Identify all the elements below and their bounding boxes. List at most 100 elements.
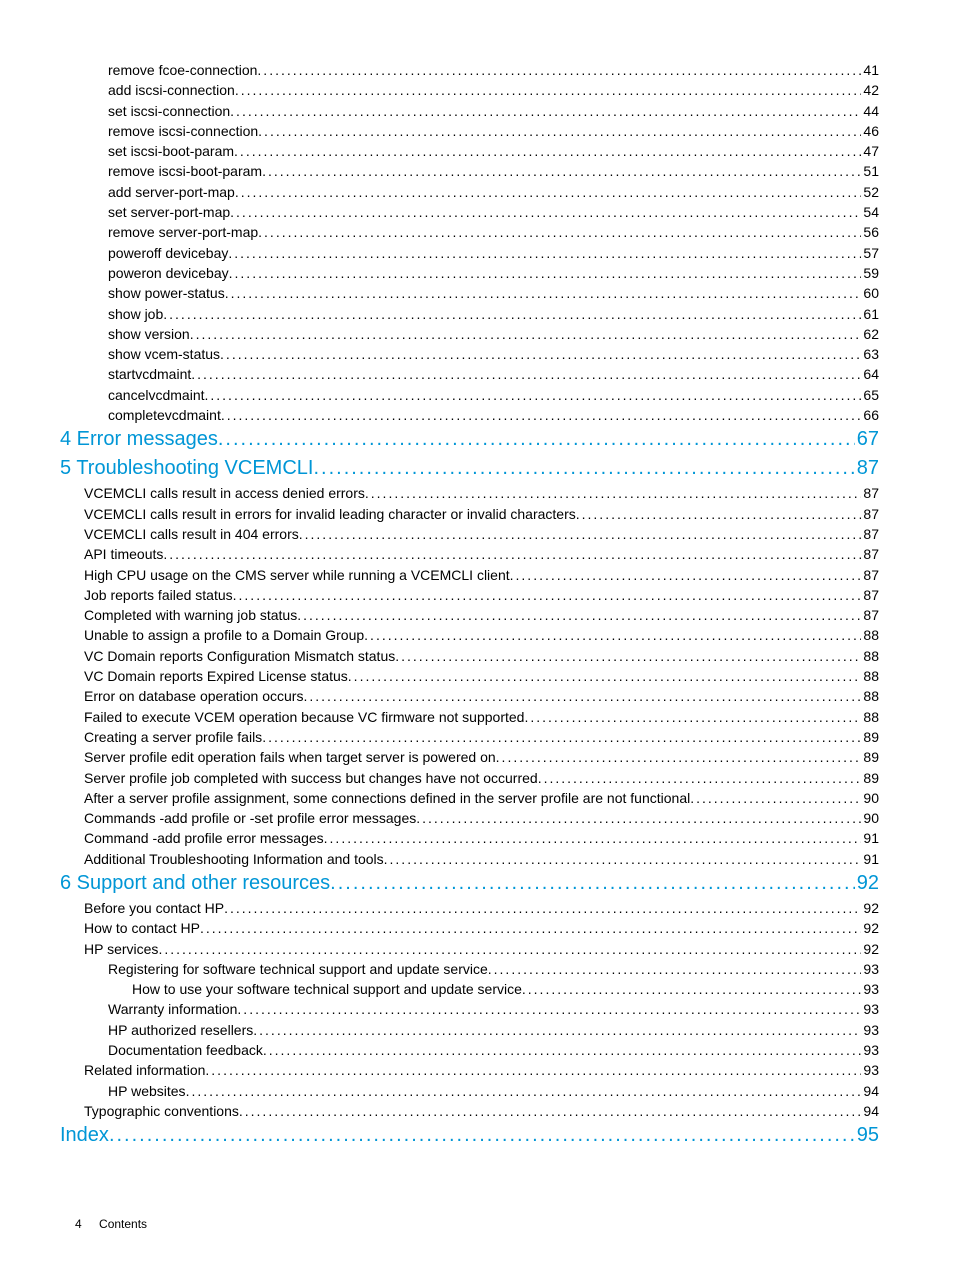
toc-entry-leader — [190, 324, 862, 344]
toc-entry-leader — [200, 918, 861, 938]
toc-entry[interactable]: add iscsi-connection42 — [60, 80, 879, 100]
toc-entry[interactable]: VCEMCLI calls result in 404 errors87 — [60, 524, 879, 544]
toc-entry-leader — [416, 808, 861, 828]
toc-entry-leader — [225, 283, 862, 303]
toc-entry-leader — [258, 222, 861, 242]
toc-entry-leader — [230, 202, 861, 222]
toc-entry-page: 94 — [861, 1081, 879, 1101]
toc-entry-leader — [235, 182, 862, 202]
toc-entry[interactable]: How to use your software technical suppo… — [60, 979, 879, 999]
toc-entry-leader — [163, 544, 861, 564]
toc-entry-page: 88 — [861, 707, 879, 727]
toc-entry-page: 62 — [861, 324, 879, 344]
toc-entry-label: Server profile edit operation fails when… — [84, 747, 496, 767]
toc-entry[interactable]: show version62 — [60, 324, 879, 344]
toc-entry[interactable]: poweron devicebay59 — [60, 263, 879, 283]
toc-entry[interactable]: Documentation feedback93 — [60, 1040, 879, 1060]
toc-entry[interactable]: remove server-port-map56 — [60, 222, 879, 242]
toc-entry-page: 87 — [861, 524, 879, 544]
toc-entry[interactable]: After a server profile assignment, some … — [60, 788, 879, 808]
toc-entry-page: 92 — [855, 869, 879, 898]
toc-entry-page: 93 — [861, 1060, 879, 1080]
toc-entry[interactable]: HP websites94 — [60, 1081, 879, 1101]
toc-entry-label: remove iscsi-connection — [108, 121, 258, 141]
toc-entry[interactable]: remove fcoe-connection41 — [60, 60, 879, 80]
toc-entry[interactable]: poweroff devicebay57 — [60, 243, 879, 263]
toc-entry[interactable]: remove iscsi-connection46 — [60, 121, 879, 141]
toc-entry-page: 67 — [855, 425, 879, 454]
toc-entry[interactable]: startvcdmaint64 — [60, 364, 879, 384]
toc-entry-leader — [384, 849, 862, 869]
toc-entry[interactable]: Command -add profile error messages91 — [60, 828, 879, 848]
toc-entry[interactable]: API timeouts87 — [60, 544, 879, 564]
toc-entry-leader — [224, 898, 861, 918]
toc-entry[interactable]: Warranty information93 — [60, 999, 879, 1019]
toc-entry-page: 90 — [861, 788, 879, 808]
toc-entry-page: 93 — [861, 1020, 879, 1040]
toc-entry[interactable]: Registering for software technical suppo… — [60, 959, 879, 979]
toc-entry[interactable]: 6 Support and other resources92 — [60, 869, 879, 898]
toc-entry[interactable]: set iscsi-connection44 — [60, 101, 879, 121]
toc-entry[interactable]: Before you contact HP92 — [60, 898, 879, 918]
toc-entry[interactable]: Failed to execute VCEM operation because… — [60, 707, 879, 727]
toc-entry-label: Commands -add profile or -set profile er… — [84, 808, 416, 828]
toc-entry-page: 87 — [861, 483, 879, 503]
toc-entry-leader — [576, 504, 862, 524]
toc-entry-page: 64 — [861, 364, 879, 384]
toc-entry-page: 52 — [861, 182, 879, 202]
toc-entry[interactable]: show vcem-status63 — [60, 344, 879, 364]
toc-entry[interactable]: VC Domain reports Configuration Mismatch… — [60, 646, 879, 666]
toc-entry-label: 4 Error messages — [60, 425, 218, 454]
toc-entry-leader — [233, 585, 862, 605]
toc-entry-page: 88 — [861, 625, 879, 645]
toc-entry-label: Command -add profile error messages — [84, 828, 324, 848]
toc-entry[interactable]: show job61 — [60, 304, 879, 324]
toc-entry-label: VCEMCLI calls result in access denied er… — [84, 483, 365, 503]
toc-entry[interactable]: show power-status60 — [60, 283, 879, 303]
toc-entry[interactable]: How to contact HP92 — [60, 918, 879, 938]
toc-entry[interactable]: VC Domain reports Expired License status… — [60, 666, 879, 686]
toc-entry[interactable]: Server profile edit operation fails when… — [60, 747, 879, 767]
toc-entry[interactable]: add server-port-map 52 — [60, 182, 879, 202]
toc-entry[interactable]: Commands -add profile or -set profile er… — [60, 808, 879, 828]
toc-entry[interactable]: completevcdmaint66 — [60, 405, 879, 425]
toc-entry[interactable]: HP authorized resellers93 — [60, 1020, 879, 1040]
toc-entry-leader — [510, 565, 862, 585]
toc-entry-page: 93 — [861, 1040, 879, 1060]
toc-entry-leader — [253, 1020, 861, 1040]
toc-entry[interactable]: Completed with warning job status87 — [60, 605, 879, 625]
toc-entry[interactable]: 4 Error messages 67 — [60, 425, 879, 454]
toc-entry-leader — [229, 263, 862, 283]
toc-entry[interactable]: remove iscsi-boot-param51 — [60, 161, 879, 181]
toc-entry-page: 60 — [861, 283, 879, 303]
toc-entry-leader — [330, 869, 855, 898]
toc-entry-leader — [522, 979, 862, 999]
toc-entry-leader — [313, 454, 854, 483]
toc-entry-label: VC Domain reports Expired License status — [84, 666, 348, 686]
toc-entry[interactable]: Typographic conventions94 — [60, 1101, 879, 1121]
toc-entry[interactable]: Index95 — [60, 1121, 879, 1150]
toc-entry-label: add iscsi-connection — [108, 80, 235, 100]
toc-entry[interactable]: Creating a server profile fails89 — [60, 727, 879, 747]
toc-entry-label: poweron devicebay — [108, 263, 229, 283]
toc-entry[interactable]: 5 Troubleshooting VCEMCLI87 — [60, 454, 879, 483]
toc-entry[interactable]: Additional Troubleshooting Information a… — [60, 849, 879, 869]
toc-entry-page: 92 — [861, 898, 879, 918]
toc-entry[interactable]: set iscsi-boot-param47 — [60, 141, 879, 161]
toc-entry[interactable]: Job reports failed status87 — [60, 585, 879, 605]
toc-entry[interactable]: HP services92 — [60, 939, 879, 959]
toc-entry[interactable]: Unable to assign a profile to a Domain G… — [60, 625, 879, 645]
toc-entry[interactable]: Server profile job completed with succes… — [60, 768, 879, 788]
toc-entry[interactable]: High CPU usage on the CMS server while r… — [60, 565, 879, 585]
toc-entry[interactable]: cancelvcdmaint65 — [60, 385, 879, 405]
toc-entry[interactable]: set server-port-map54 — [60, 202, 879, 222]
toc-entry-leader — [205, 385, 862, 405]
toc-entry-label: HP services — [84, 939, 158, 959]
toc-entry-label: add server-port-map — [108, 182, 235, 202]
toc-entry[interactable]: Error on database operation occurs88 — [60, 686, 879, 706]
toc-entry-leader — [221, 405, 862, 425]
toc-entry[interactable]: VCEMCLI calls result in access denied er… — [60, 483, 879, 503]
toc-entry[interactable]: VCEMCLI calls result in errors for inval… — [60, 504, 879, 524]
toc-entry-label: remove server-port-map — [108, 222, 258, 242]
toc-entry[interactable]: Related information93 — [60, 1060, 879, 1080]
